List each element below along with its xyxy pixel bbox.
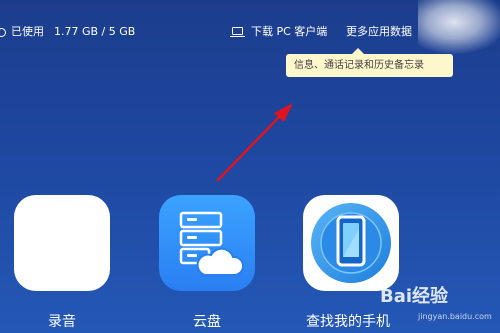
download-pc-client-link[interactable]: 下载 PC 客户端: [230, 22, 327, 42]
highlight-glow: [418, 0, 500, 55]
storage-usage: 已使用 1.77 GB / 5 GB: [0, 22, 135, 42]
waveform-icon: [14, 195, 110, 291]
storage-value: 1.77 GB / 5 GB: [54, 25, 136, 38]
app-record-label: 录音: [48, 314, 76, 330]
more-app-data-link[interactable]: 更多应用数据: [346, 22, 412, 42]
watermark-url: jingyan.baidu.com: [418, 312, 492, 321]
phone-icon: [303, 195, 399, 291]
app-cloud-drive[interactable]: 云盘: [159, 195, 255, 331]
download-label: 下载 PC 客户端: [251, 25, 328, 38]
watermark: Bai经验 jingyan.baidu.com: [380, 282, 500, 332]
app-cloud-label: 云盘: [193, 314, 221, 330]
storage-label: 已使用: [11, 25, 44, 38]
clock-icon: [0, 27, 6, 37]
cloud-storage-icon: [159, 195, 255, 291]
tooltip: 信息、通话记录和历史备忘录: [286, 48, 453, 77]
laptop-icon: [230, 26, 245, 38]
watermark-logo: Bai经验: [380, 286, 449, 307]
app-record[interactable]: 录音: [14, 195, 110, 331]
